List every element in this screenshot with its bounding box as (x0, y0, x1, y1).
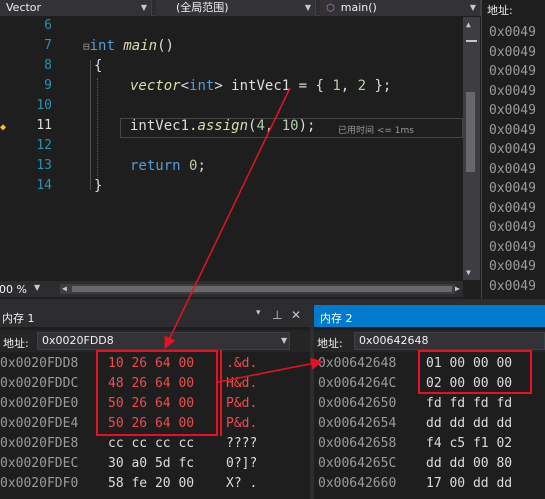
arrow-memory1-to-memory2 (217, 357, 323, 383)
arrow-intvec-to-memory1 (164, 87, 291, 349)
annotation-arrows (164, 87, 323, 383)
